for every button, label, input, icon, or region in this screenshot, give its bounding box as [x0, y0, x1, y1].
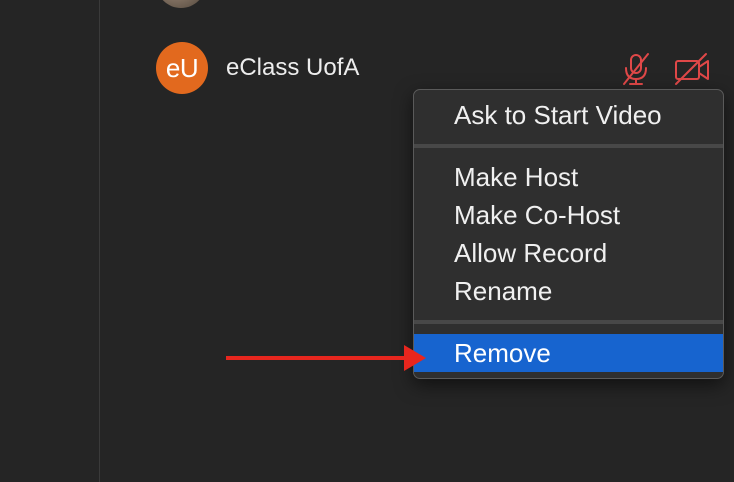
menu-item-allow-record[interactable]: Allow Record	[414, 234, 723, 272]
menu-separator	[414, 144, 723, 148]
menu-item-rename[interactable]: Rename	[414, 272, 723, 310]
participant-context-menu: Ask to Start Video Make Host Make Co-Hos…	[413, 89, 724, 379]
avatar: eU	[156, 42, 208, 94]
menu-item-remove[interactable]: Remove	[414, 334, 723, 372]
menu-item-make-host[interactable]: Make Host	[414, 158, 723, 196]
participant-row[interactable]: eU eClass UofA	[0, 42, 734, 94]
menu-item-make-co-host[interactable]: Make Co-Host	[414, 196, 723, 234]
participant-name: eClass UofA	[226, 54, 360, 81]
avatar-partial	[156, 0, 206, 8]
video-off-icon[interactable]	[673, 51, 711, 87]
menu-separator	[414, 320, 723, 324]
menu-item-ask-to-start-video[interactable]: Ask to Start Video	[414, 96, 723, 134]
annotation-arrow	[226, 345, 426, 371]
mic-muted-icon[interactable]	[618, 51, 654, 87]
